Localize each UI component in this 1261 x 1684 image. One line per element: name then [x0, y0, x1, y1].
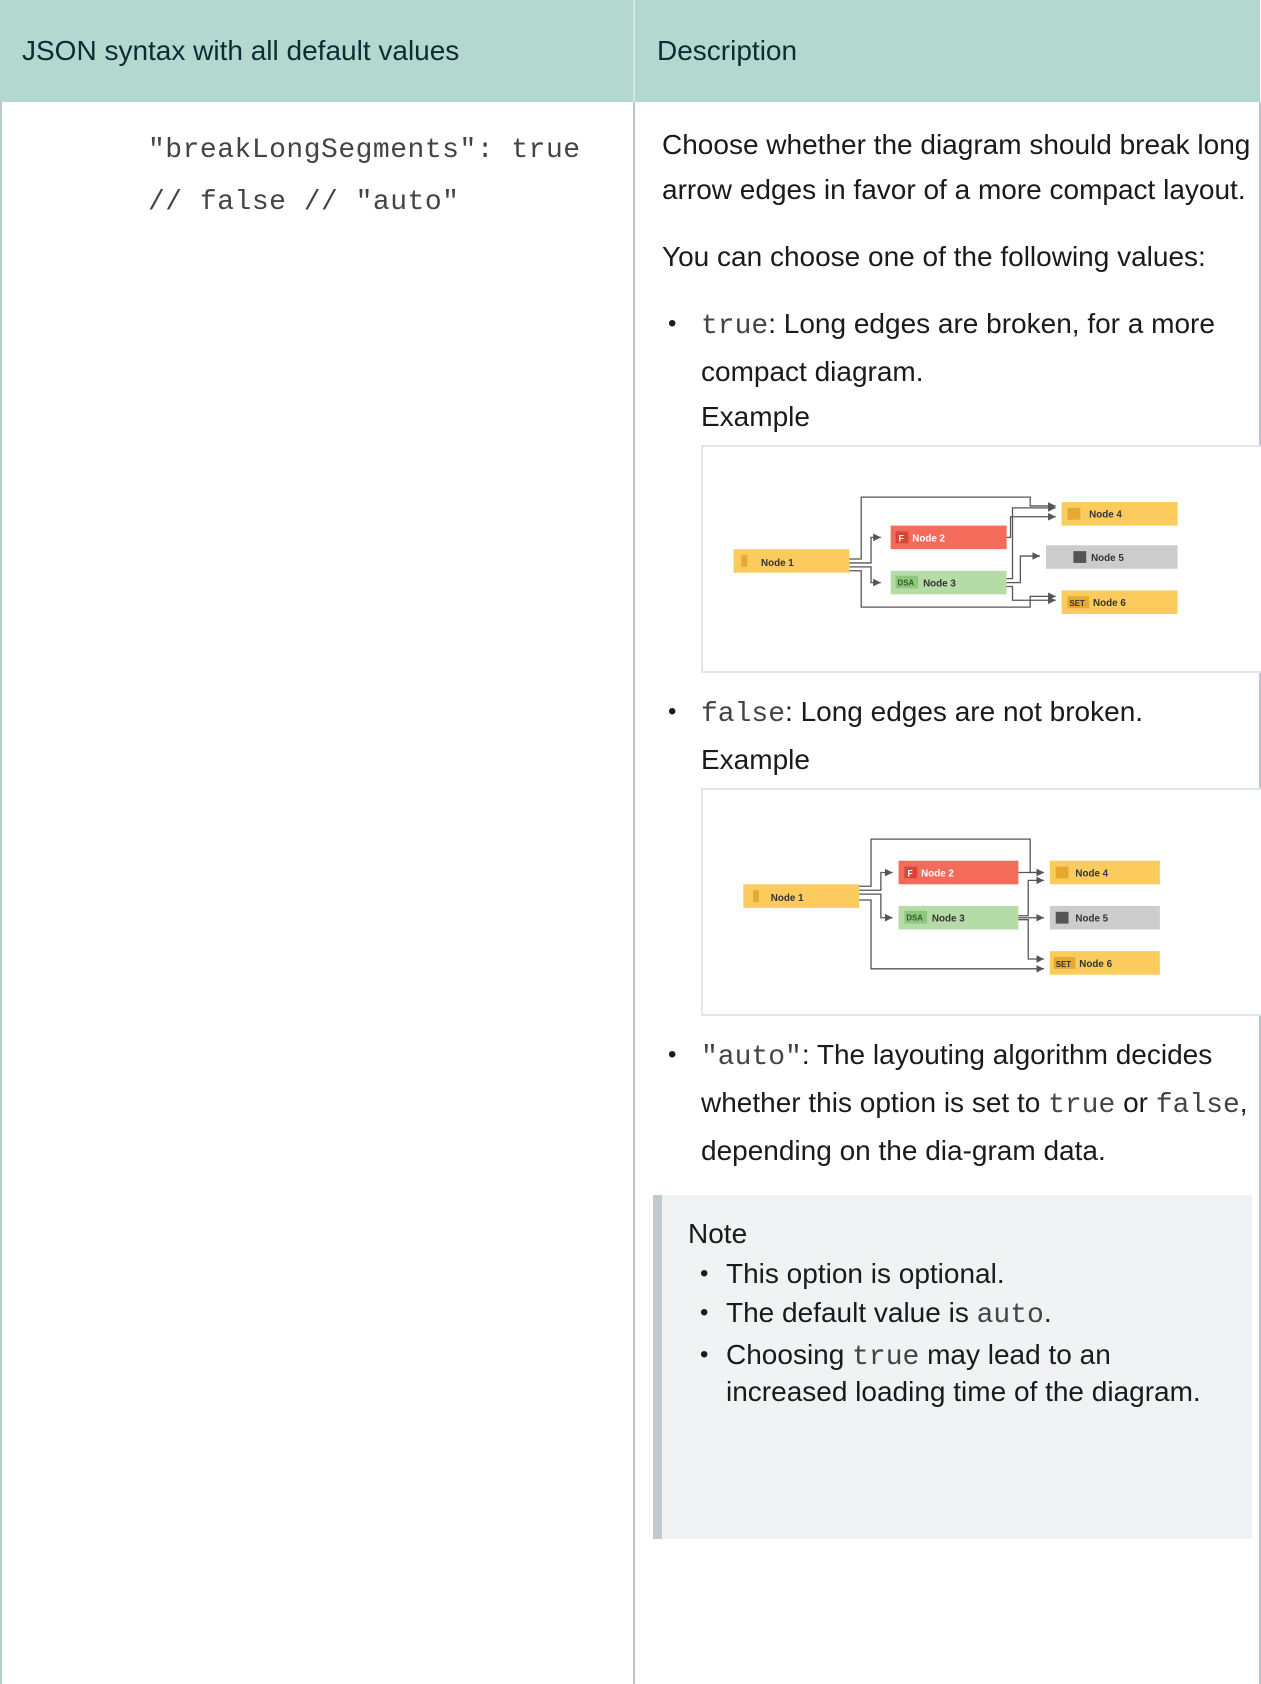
example-image-unbroken: Node 1 F Node 2 DSA Node 3 Node 4 Node 5…: [701, 788, 1261, 1016]
node-3-label: Node 3: [932, 914, 965, 925]
note-list: This option is optional. The default val…: [688, 1257, 1232, 1409]
note-title: Note: [688, 1218, 748, 1249]
options-list: true: Long edges are broken, for a more …: [662, 301, 1261, 1173]
json-code-block: "breakLongSegments": true // false // "a…: [148, 125, 633, 229]
description-choose: You can choose one of the following valu…: [662, 241, 1206, 272]
option-value-code: false: [701, 699, 786, 730]
node-4-label: Node 4: [1075, 868, 1108, 879]
tag-set-label: SET: [1056, 960, 1071, 969]
tag-dsa-label: DSA: [906, 914, 923, 923]
node-5-label: Node 5: [1091, 553, 1124, 564]
note-text: The default value is: [726, 1297, 977, 1328]
note-text: .: [1043, 1297, 1052, 1328]
diagram-unbroken-edges: Node 1 F Node 2 DSA Node 3 Node 4 Node 5…: [743, 838, 1160, 975]
options-table: JSON syntax with all default values Desc…: [0, 0, 1261, 1684]
node-6-label: Node 6: [1093, 598, 1126, 609]
tag-f-label: F: [899, 533, 905, 543]
tag-dsa-label: DSA: [898, 579, 915, 588]
note-item: This option is optional.: [688, 1257, 1232, 1291]
node-1-label: Node 1: [771, 893, 804, 904]
example-image-broken: Node 1 F Node 2 DSA Node 3 Node 4 Node 5…: [701, 445, 1261, 673]
tag-f-label: F: [907, 868, 913, 878]
diagram-broken-edges: Node 1 F Node 2 DSA Node 3 Node 4 Node 5…: [733, 496, 1178, 615]
header-description: Description: [634, 0, 1260, 102]
note-box: Note This option is optional. The defaul…: [653, 1195, 1252, 1539]
code-line-1: "breakLongSegments": true: [148, 135, 581, 166]
json-syntax-cell: "breakLongSegments": true // false // "a…: [0, 102, 635, 1684]
inline-code-true: true: [1048, 1090, 1116, 1121]
example-label: Example: [701, 744, 810, 775]
node-1-label: Node 1: [761, 558, 794, 569]
node-2-label: Node 2: [921, 868, 954, 879]
description-intro: Choose whether the diagram should break …: [662, 129, 1251, 205]
option-auto: "auto": The layouting algorithm decides …: [662, 1032, 1251, 1173]
note-item: The default value is auto.: [688, 1296, 1232, 1333]
option-false: false: Long edges are not broken. Exampl…: [662, 689, 1261, 1016]
description-cell: Choose whether the diagram should break …: [634, 102, 1261, 1684]
node-5-label: Node 5: [1075, 914, 1108, 925]
note-item: Choosing true may lead to an increased l…: [688, 1338, 1232, 1409]
example-label: Example: [701, 401, 810, 432]
header-json-syntax: JSON syntax with all default values: [0, 0, 635, 102]
node-4-label: Node 4: [1089, 510, 1122, 521]
node-3-label: Node 3: [923, 579, 956, 590]
option-value-code: true: [701, 311, 769, 342]
option-text-or: or: [1115, 1087, 1156, 1118]
note-text: Choosing: [726, 1339, 853, 1370]
code-line-2: // false // "auto": [148, 187, 460, 218]
node-6-label: Node 6: [1079, 959, 1112, 970]
option-text: : Long edges are not broken.: [785, 696, 1144, 727]
tag-set-label: SET: [1069, 599, 1084, 608]
inline-code-false: false: [1155, 1090, 1240, 1121]
inline-code-auto: auto: [976, 1300, 1044, 1331]
option-value-code: "auto": [701, 1042, 802, 1073]
node-2-label: Node 2: [912, 533, 945, 544]
option-text: : Long edges are broken, for a more comp…: [701, 308, 1215, 387]
inline-code-true: true: [852, 1342, 920, 1373]
option-true: true: Long edges are broken, for a more …: [662, 301, 1261, 673]
